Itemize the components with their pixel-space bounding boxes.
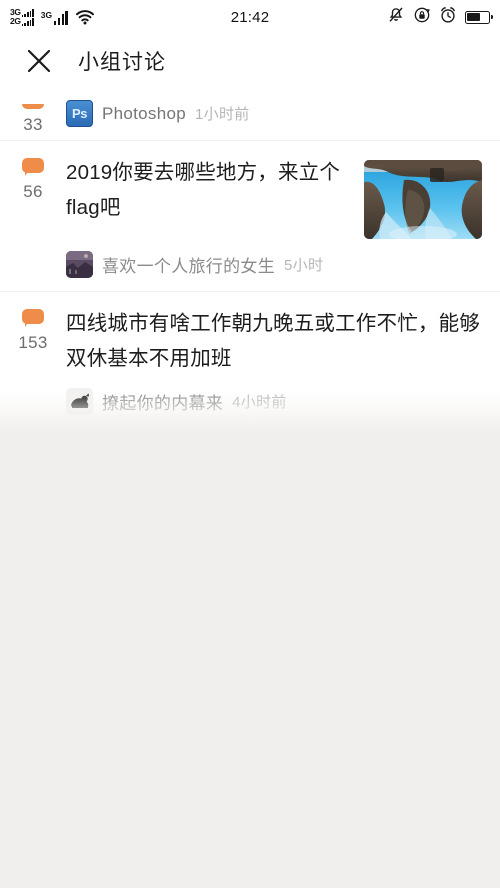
group-avatar (66, 388, 93, 415)
battery-icon (465, 10, 494, 24)
app-screen: 3G 2G 3G 21:42 小组讨论 33 Ps Photoshop 1小时前… (0, 0, 500, 888)
app-header: 小组讨论 (0, 34, 500, 88)
status-bar: 3G 2G 3G 21:42 (0, 0, 500, 34)
photoshop-icon: Ps (66, 100, 93, 127)
group-name[interactable]: 喜欢一个人旅行的女生 (102, 252, 275, 277)
group-avatar (66, 251, 93, 278)
comment-bubble-icon (22, 104, 44, 109)
list-item-subinfo: 喜欢一个人旅行的女生 5小时 (66, 251, 482, 278)
comment-count: 33 (23, 115, 43, 134)
close-icon[interactable] (22, 44, 56, 78)
comment-count: 153 (18, 333, 48, 352)
list-item-title[interactable]: 2019你要去哪些地方，来立个flag吧 (66, 155, 350, 225)
group-name[interactable]: Photoshop (102, 104, 186, 124)
list-item[interactable]: 33 有没有好看的双双对对手机壁纸，如果有就好了 Ps Photoshop 1小… (0, 88, 500, 140)
page-backdrop (0, 433, 500, 888)
list-item-body: 有没有好看的双双对对手机壁纸，如果有就好了 Ps Photoshop 1小时前 (66, 88, 482, 140)
alarm-clock-icon (439, 6, 457, 29)
comment-count: 56 (23, 182, 43, 201)
comment-meta: 33 (0, 88, 66, 140)
list-item-body: 四线城市有啥工作朝九晚五或工作不忙，能够双休基本不用加班 撩起你的内幕来 4小时… (66, 292, 482, 428)
timestamp: 4小时前 (232, 394, 287, 411)
group-name[interactable]: 撩起你的内幕来 (102, 389, 223, 414)
comment-meta: 56 (0, 141, 66, 291)
list-item[interactable]: 56 2019你要去哪些地方，来立个flag吧 喜欢一个人旅行的女生 5小时 (0, 140, 500, 291)
vibrate-off-icon (387, 6, 405, 29)
list-item-title[interactable]: 四线城市有啥工作朝九晚五或工作不忙，能够双休基本不用加班 (66, 306, 482, 376)
comment-bubble-icon (22, 309, 44, 327)
comment-meta: 153 (0, 292, 66, 428)
list-item[interactable]: 153 四线城市有啥工作朝九晚五或工作不忙，能够双休基本不用加班 撩起你的内幕来… (0, 291, 500, 428)
rotation-lock-icon (413, 6, 431, 29)
list-item-body: 2019你要去哪些地方，来立个flag吧 喜欢一个人旅行的女生 5小时 (66, 141, 482, 291)
list-item-subinfo: Ps Photoshop 1小时前 (66, 100, 482, 127)
list-item-subinfo: 撩起你的内幕来 4小时前 (66, 388, 482, 415)
timestamp: 1小时前 (195, 106, 250, 123)
timestamp: 5小时 (284, 257, 324, 274)
comment-bubble-icon (22, 158, 44, 176)
page-title: 小组讨论 (78, 51, 166, 74)
discussion-list[interactable]: 33 有没有好看的双双对对手机壁纸，如果有就好了 Ps Photoshop 1小… (0, 88, 500, 433)
status-bar-right (387, 6, 494, 29)
list-item-thumbnail[interactable] (364, 160, 482, 239)
